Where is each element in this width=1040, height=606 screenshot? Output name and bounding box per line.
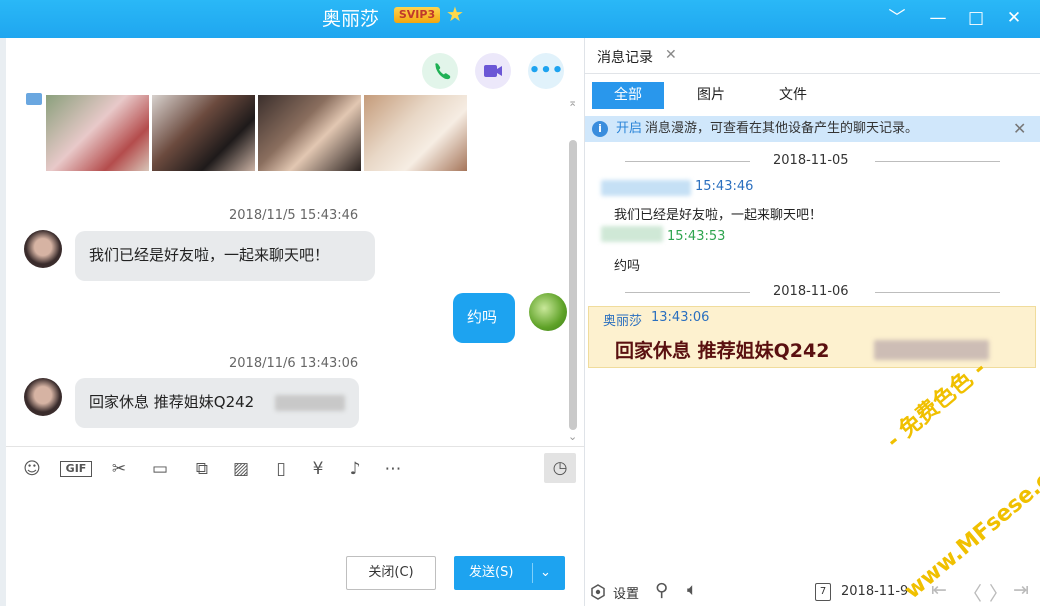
voice-call-button[interactable] bbox=[422, 53, 458, 89]
contact-avatar[interactable] bbox=[24, 378, 62, 416]
close-icon[interactable]: ✕ bbox=[1013, 116, 1026, 142]
divider bbox=[875, 292, 1000, 293]
last-page-icon[interactable]: ⇥ bbox=[1013, 579, 1029, 601]
chevron-down-icon[interactable]: ﹀ bbox=[884, 5, 910, 31]
divider bbox=[625, 292, 750, 293]
red-packet-icon[interactable]: ¥ bbox=[306, 457, 330, 481]
prev-page-icon[interactable]: 〈 bbox=[963, 579, 982, 606]
photo-thumbnail-4[interactable] bbox=[364, 95, 467, 171]
divider bbox=[625, 161, 750, 162]
message-text: 我们已经是好友啦，一起来聊天吧！ bbox=[89, 246, 330, 264]
title-bar: 奥丽莎 SVIP3 ★ ﹀ — □ ✕ bbox=[0, 0, 1040, 38]
my-avatar[interactable] bbox=[529, 293, 567, 331]
folder-icon[interactable]: ▭ bbox=[148, 457, 172, 481]
record-text: 约吗 bbox=[614, 259, 641, 274]
scroll-bottom-icon[interactable]: ⌄ bbox=[568, 430, 577, 443]
star-icon: ★ bbox=[446, 2, 464, 26]
video-icon bbox=[484, 65, 502, 77]
date-label: 2018-11-05 bbox=[773, 153, 849, 168]
record-text: 我们已经是好友啦，一起来聊天吧！ bbox=[614, 208, 823, 223]
message-bubble-incoming: 我们已经是好友啦，一起来聊天吧！ bbox=[75, 231, 375, 281]
redacted-sender bbox=[601, 226, 663, 242]
record-time: 15:43:46 bbox=[695, 179, 754, 194]
send-button[interactable]: 发送(S) ⌄ bbox=[454, 556, 565, 590]
redacted-blur bbox=[275, 395, 345, 411]
enable-roaming-link[interactable]: 开启 bbox=[616, 116, 642, 142]
message-timestamp: 2018/11/6 13:43:06 bbox=[229, 356, 359, 371]
composer-toolbar: ☺ GIF ✂ ▭ ⧉ ▨ ▯ ¥ ♪ ⋯ ◷ bbox=[6, 446, 584, 483]
gif-icon[interactable]: GIF bbox=[60, 461, 92, 477]
footer-date: 2018-11-9 bbox=[841, 584, 909, 599]
history-pane: 消息记录 ✕ 全部 图片 文件 i 开启 消息漫游，可查看在其他设备产生的聊天记… bbox=[584, 38, 1040, 606]
screen-share-icon[interactable]: ⧉ bbox=[190, 457, 214, 481]
date-separator: 2018-11-06 bbox=[585, 283, 1040, 303]
vip-badge: SVIP3 bbox=[394, 7, 440, 23]
speaker-icon[interactable]: 🔈︎ bbox=[687, 580, 697, 600]
maximize-button[interactable]: □ bbox=[963, 5, 989, 31]
chevron-down-icon[interactable]: ⌄ bbox=[540, 556, 551, 590]
divider bbox=[875, 161, 1000, 162]
message-text: 约吗 bbox=[467, 308, 498, 326]
window-title: 奥丽莎 bbox=[322, 8, 380, 30]
info-icon: i bbox=[592, 121, 608, 137]
date-separator: 2018-11-05 bbox=[585, 152, 1040, 172]
emoji-icon[interactable]: ☺ bbox=[20, 457, 44, 481]
scrollbar[interactable] bbox=[569, 140, 577, 430]
filter-tab-files[interactable]: 文件 bbox=[757, 82, 829, 109]
contact-avatar[interactable] bbox=[24, 230, 62, 268]
close-button[interactable]: 关闭(C) bbox=[346, 556, 436, 590]
date-label: 2018-11-06 bbox=[773, 284, 849, 299]
message-timestamp: 2018/11/5 15:43:46 bbox=[229, 208, 359, 223]
record-time: 13:43:06 bbox=[651, 310, 710, 325]
filter-tab-all[interactable]: 全部 bbox=[592, 82, 664, 109]
scroll-top-icon[interactable]: ⌅ bbox=[568, 96, 577, 109]
close-icon[interactable]: ✕ bbox=[665, 47, 677, 63]
message-bubble-incoming: 回家休息 推荐姐妹Q242 bbox=[75, 378, 359, 428]
photo-thumbnail-3[interactable] bbox=[258, 95, 361, 171]
record-text: 回家休息 推荐姐妹Q242 bbox=[615, 340, 830, 362]
settings-label[interactable]: 设置 bbox=[613, 583, 639, 602]
photo-thumbnail-1[interactable] bbox=[46, 95, 149, 171]
more-button[interactable]: ••• bbox=[528, 53, 564, 89]
phone-icon bbox=[435, 63, 451, 80]
scissors-icon[interactable]: ✂ bbox=[107, 457, 131, 481]
record-sender: 奥丽莎 bbox=[603, 314, 643, 329]
settings-icon[interactable] bbox=[590, 584, 606, 600]
search-icon[interactable]: ⚲ bbox=[655, 580, 668, 601]
message-text: 回家休息 推荐姐妹Q242 bbox=[89, 393, 255, 411]
redacted-sender bbox=[601, 180, 691, 196]
divider bbox=[532, 563, 533, 583]
roaming-info-bar: i 开启 消息漫游，可查看在其他设备产生的聊天记录。 ✕ bbox=[585, 116, 1040, 142]
minimize-button[interactable]: — bbox=[925, 5, 951, 31]
close-window-button[interactable]: ✕ bbox=[1001, 5, 1027, 31]
send-label: 发送(S) bbox=[469, 565, 514, 580]
clock-icon[interactable]: ◷ bbox=[544, 453, 576, 483]
music-icon[interactable]: ♪ bbox=[343, 457, 367, 481]
filter-tab-images[interactable]: 图片 bbox=[675, 82, 747, 109]
photo-icon bbox=[26, 93, 42, 105]
divider bbox=[585, 73, 1040, 74]
shake-icon[interactable]: ▯ bbox=[269, 457, 293, 481]
chat-pane: ••• ⌅ ⌄ 2018/11/5 15:43:46 我们已经是好友啦，一起来聊… bbox=[0, 38, 584, 606]
image-icon[interactable]: ▨ bbox=[229, 457, 253, 481]
video-call-button[interactable] bbox=[475, 53, 511, 89]
photo-thumbnail-2[interactable] bbox=[152, 95, 255, 171]
more-tools-icon[interactable]: ⋯ bbox=[381, 457, 405, 481]
info-text: 消息漫游，可查看在其他设备产生的聊天记录。 bbox=[645, 121, 919, 136]
record-time: 15:43:53 bbox=[667, 229, 726, 244]
tab-message-history[interactable]: 消息记录 bbox=[597, 47, 653, 67]
next-page-icon[interactable]: 〉 bbox=[989, 579, 1008, 606]
message-bubble-outgoing: 约吗 bbox=[453, 293, 515, 343]
calendar-icon[interactable]: 7 bbox=[815, 583, 831, 601]
